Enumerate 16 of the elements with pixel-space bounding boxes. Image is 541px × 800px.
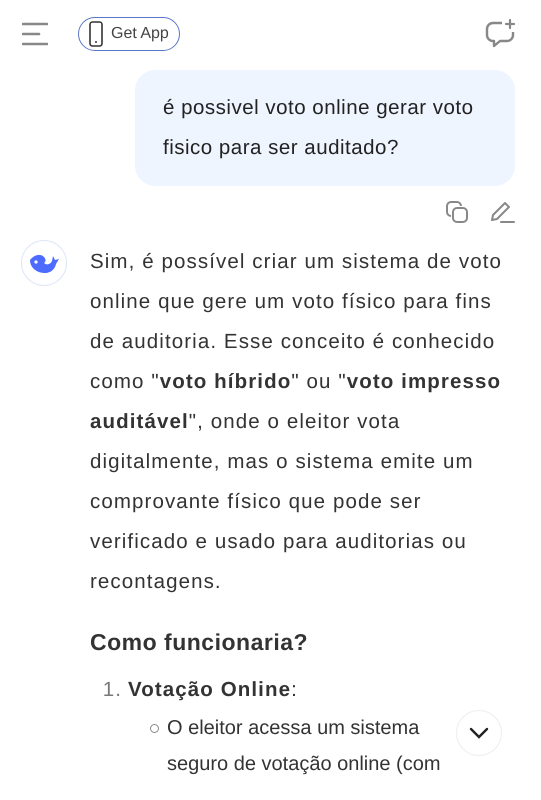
user-message-text: é possivel voto online gerar voto fisico para ser auditado?: [163, 96, 474, 159]
whale-icon: [28, 252, 60, 274]
new-chat-icon[interactable]: [485, 19, 517, 49]
list-number: 1.: [102, 677, 123, 703]
menu-icon[interactable]: [22, 22, 48, 46]
phone-icon: [89, 21, 103, 47]
list-item-text: O eleitor acessa um sistema seguro de votação online (com: [167, 716, 442, 777]
answer-paragraph: Sim, é possível criar um sistema de voto online que gere um voto físico para fins de auditoria. Esse conceito é conhecido como "voto híbrido" ou "voto impresso auditável", onde o eleitor vota digitalmente, mas o sistema emite um comprovante físico que pode ser verificado e usado para auditorias ou recontagens.: [90, 249, 503, 595]
bullet-icon: [150, 724, 159, 733]
scroll-down-button[interactable]: [456, 710, 502, 756]
edit-icon[interactable]: [489, 200, 515, 224]
get-app-button[interactable]: Get App: [78, 17, 180, 51]
chevron-down-icon: [469, 727, 489, 739]
section-heading: Como funcionaria?: [90, 628, 310, 657]
copy-icon[interactable]: [445, 200, 469, 224]
list-item-title: Votação Online:: [128, 677, 298, 703]
